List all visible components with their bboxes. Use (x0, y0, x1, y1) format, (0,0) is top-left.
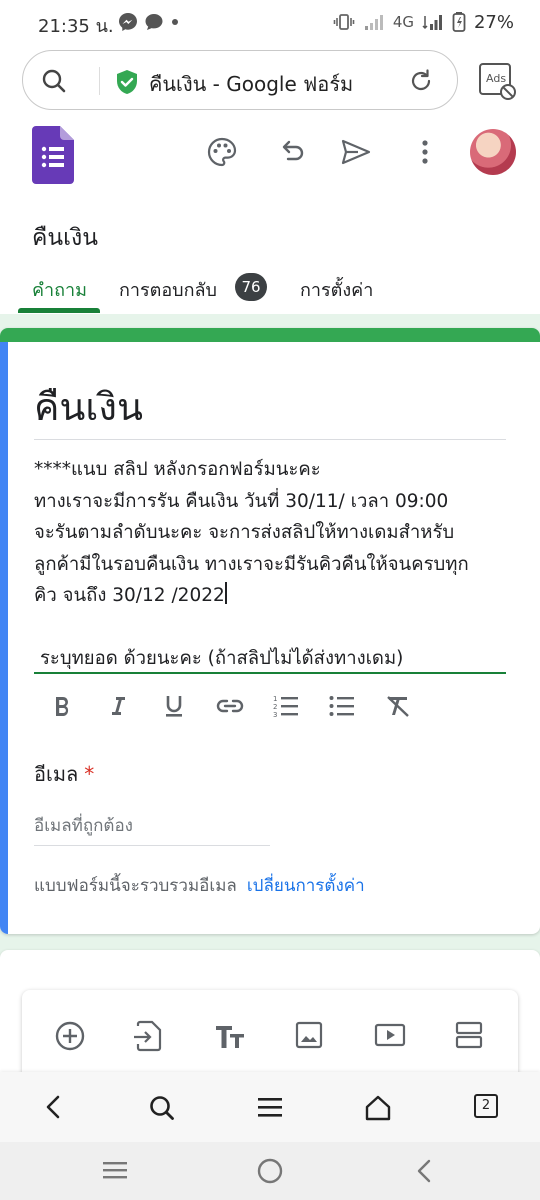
svg-text:2: 2 (273, 703, 277, 711)
chat-icon (145, 14, 163, 30)
tab-bar: คำถาม การตอบกลับ 76 การตั้งค่า (0, 262, 540, 314)
home-button-icon[interactable] (256, 1158, 284, 1186)
add-image-icon[interactable] (294, 1020, 324, 1050)
active-tab-indicator (18, 308, 100, 313)
add-question-icon[interactable] (54, 1020, 86, 1052)
bulleted-list-icon (329, 696, 354, 716)
numbered-list-icon: 123 (273, 695, 298, 718)
address-divider (99, 67, 100, 95)
active-field-underline (34, 672, 506, 674)
palette-icon[interactable] (206, 136, 238, 168)
tab-responses[interactable]: การตอบกลับ (119, 275, 217, 304)
google-forms-logo[interactable] (32, 126, 74, 184)
home-icon[interactable] (364, 1094, 392, 1122)
email-label-text: อีเมล (34, 762, 79, 786)
messenger-icon (119, 13, 137, 31)
card-focus-indicator (0, 342, 8, 934)
email-input[interactable]: อีเมลที่ถูกต้อง (34, 812, 270, 846)
add-video-icon[interactable] (374, 1020, 406, 1050)
form-title-input[interactable]: คืนเงิน (34, 376, 143, 437)
tab-settings[interactable]: การตั้งค่า (300, 275, 373, 304)
address-bar[interactable]: คืนเงิน - Google ฟอร์ม (22, 50, 458, 110)
required-asterisk: * (84, 762, 95, 786)
link-button[interactable] (202, 686, 258, 726)
signal-icon (422, 15, 442, 30)
bulleted-list-button[interactable] (314, 686, 370, 726)
back-icon[interactable] (42, 1094, 66, 1120)
link-icon (216, 699, 244, 713)
menu-icon[interactable] (256, 1094, 284, 1120)
card-top-accent (0, 328, 540, 342)
form-header-card[interactable]: คืนเงิน ****แนบ สลิป หลังกรอกฟอร์มนะคะ ท… (0, 328, 540, 934)
clear-format-icon (387, 696, 409, 717)
numbered-list-button[interactable]: 123 (258, 686, 314, 726)
italic-icon (112, 697, 125, 715)
change-settings-link[interactable]: เปลี่ยนการตั้งค่า (247, 876, 365, 896)
recent-apps-icon[interactable] (102, 1158, 128, 1182)
description-line: คิว จนถึง 30/12 /2022 (34, 580, 504, 612)
reload-icon[interactable] (407, 67, 435, 95)
description-line: จะรันตามลำดับนะคะ จะการส่งสลิปให้ทางเดมส… (34, 522, 455, 543)
description-line: ลูกค้ามีในรอบคืนเงิน ทางเราจะมีรันคิวคืน… (34, 553, 469, 575)
search-icon[interactable] (41, 68, 67, 94)
responses-count-badge: 76 (235, 273, 267, 301)
signal-weak-icon (364, 15, 383, 30)
battery-icon (452, 12, 466, 32)
status-right: 4G 27% (333, 11, 514, 33)
formatting-toolbar: 123 (34, 686, 426, 726)
browser-bottom-bar (0, 1072, 540, 1142)
network-type: 4G (392, 13, 414, 31)
notification-icons (118, 12, 180, 32)
bold-button[interactable] (34, 686, 90, 726)
description-line: ****แนบ สลิป หลังกรอกฟอร์มนะคะ (34, 459, 321, 480)
description-edit-line[interactable]: ระบุทยอด ด้วยนะคะ (ถ้าสลิปไม่ได้ส่งทางเด… (40, 644, 403, 673)
send-icon[interactable] (340, 136, 372, 168)
bold-icon (56, 697, 69, 716)
tabs-button[interactable]: 2 (474, 1094, 498, 1118)
import-questions-icon[interactable] (134, 1020, 162, 1052)
vibrate-icon (333, 14, 355, 30)
status-time: 21:35 น. (38, 16, 114, 37)
forms-toolbar (0, 118, 540, 198)
account-avatar[interactable] (470, 129, 516, 175)
dot-icon (172, 19, 178, 25)
clear-format-button[interactable] (370, 686, 426, 726)
email-collection-note: แบบฟอร์มนี้จะรวบรวมอีเมล เปลี่ยนการตั้งค่… (34, 872, 365, 899)
form-name: คืนเงิน (32, 225, 98, 251)
tab-questions[interactable]: คำถาม (32, 275, 87, 304)
form-description-input[interactable]: ****แนบ สลิป หลังกรอกฟอร์มนะคะ ทางเราจะม… (34, 454, 504, 612)
page-title-in-address[interactable]: คืนเงิน - Google ฟอร์ม (149, 68, 353, 100)
email-question-label: อีเมล * (34, 758, 94, 790)
back-button-icon[interactable] (414, 1158, 434, 1184)
status-bar: 21:35 น. 4G 27% (0, 0, 540, 44)
more-vert-icon[interactable] (412, 136, 438, 168)
text-cursor (224, 582, 227, 604)
undo-icon[interactable] (276, 136, 306, 166)
ads-label: Ads (486, 72, 507, 85)
description-line-text: คิว จนถึง 30/12 /2022 (34, 585, 225, 606)
search-icon[interactable] (148, 1094, 176, 1122)
secure-shield-icon[interactable] (115, 69, 139, 95)
ad-block-button[interactable]: Ads (474, 58, 522, 106)
battery-percent: 27% (473, 11, 514, 33)
add-section-icon[interactable] (454, 1020, 484, 1050)
description-line: ทางเราจะมีการรัน คืนเงิน วันที่ 30/11/ เ… (34, 490, 449, 512)
underline-icon (166, 696, 182, 717)
system-navigation-bar (0, 1142, 540, 1200)
svg-text:1: 1 (273, 695, 277, 703)
collect-note-text: แบบฟอร์มนี้จะรวบรวมอีเมล (34, 876, 237, 896)
italic-button[interactable] (90, 686, 146, 726)
title-underline (34, 439, 506, 440)
add-title-icon[interactable] (214, 1020, 246, 1052)
svg-text:3: 3 (273, 711, 277, 718)
underline-button[interactable] (146, 686, 202, 726)
